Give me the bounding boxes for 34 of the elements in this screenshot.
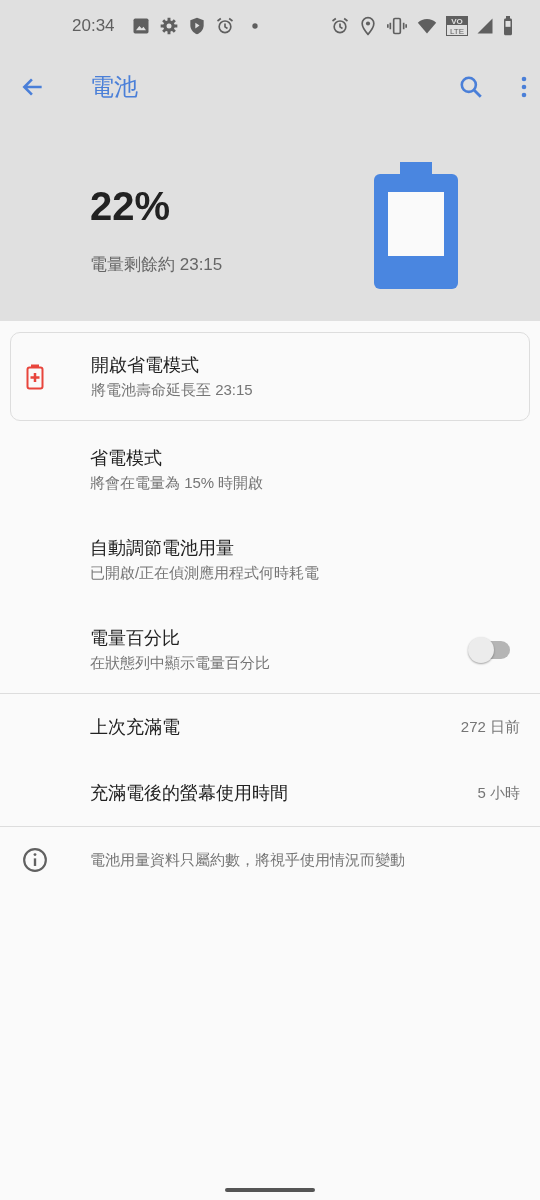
signal-icon xyxy=(476,17,494,35)
alarm-icon xyxy=(330,16,350,36)
page-title: 電池 xyxy=(90,72,138,102)
suggestion-subtitle: 將電池壽命延長至 23:15 xyxy=(91,379,253,400)
vibrate-icon xyxy=(386,16,408,36)
search-icon[interactable] xyxy=(458,74,484,100)
remaining-time: 電量剩餘約 23:15 xyxy=(90,254,223,276)
setting-title[interactable]: 省電模式 xyxy=(90,445,264,473)
info-icon xyxy=(22,847,48,873)
battery-percentage: 22% xyxy=(90,183,172,230)
setting-subtitle: 將會在電量為 15% 時開啟 xyxy=(90,473,264,494)
setting-title[interactable]: 自動調節電池用量 xyxy=(90,535,320,563)
settings-icon xyxy=(158,16,179,36)
location-icon xyxy=(358,16,378,36)
stat-label: 充滿電後的螢幕使用時間 xyxy=(90,781,288,805)
more-options-icon[interactable] xyxy=(520,74,528,100)
status-time: 20:34 xyxy=(72,15,115,38)
volte-icon: VO LTE xyxy=(446,16,468,36)
navigation-handle[interactable] xyxy=(225,1188,315,1192)
info-note: 電池用量資料只屬約數，將視乎使用情況而變動 xyxy=(90,849,405,870)
setting-subtitle: 已開啟/正在偵測應用程式何時耗電 xyxy=(90,563,320,584)
battery-icon xyxy=(374,162,458,289)
stat-value: 5 小時 xyxy=(477,782,520,803)
battery-plus-icon xyxy=(26,363,44,390)
battery-icon xyxy=(502,16,514,36)
alarm-icon xyxy=(214,16,235,36)
setting-subtitle: 在狀態列中顯示電量百分比 xyxy=(90,653,270,674)
wifi-icon xyxy=(416,16,438,36)
dot-icon xyxy=(250,22,259,30)
stat-value: 272 日前 xyxy=(460,716,520,737)
stat-label: 上次充滿電 xyxy=(90,715,180,739)
setting-title[interactable]: 電量百分比 xyxy=(90,625,270,653)
suggestion-title: 開啟省電模式 xyxy=(91,353,200,377)
battery-saver-suggestion-card[interactable]: 開啟省電模式 將電池壽命延長至 23:15 xyxy=(10,332,530,421)
